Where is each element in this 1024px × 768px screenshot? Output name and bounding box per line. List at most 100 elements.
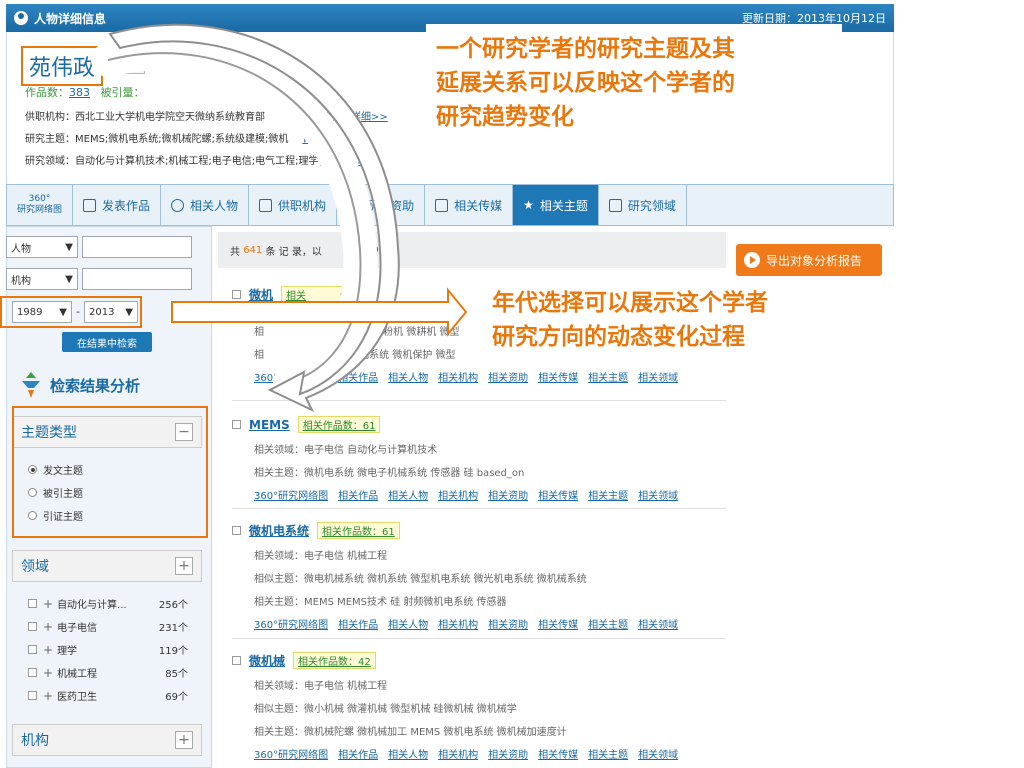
works-count-badge[interactable]: 相关作品数：61 bbox=[297, 416, 381, 433]
plus-icon[interactable]: + bbox=[43, 643, 53, 657]
link-orgs[interactable]: 相关机构 bbox=[438, 746, 478, 761]
export-report-button[interactable]: 导出对象分析报告 bbox=[736, 244, 882, 276]
result-title-link[interactable]: 微机电系统 bbox=[249, 522, 309, 539]
link-network[interactable]: 360°研究网络图 bbox=[254, 616, 328, 631]
person-select[interactable]: 人物 ▼ bbox=[6, 236, 78, 258]
field-header[interactable]: 领域 + bbox=[12, 550, 202, 582]
field-count: 231个 bbox=[158, 623, 188, 634]
link-funding[interactable]: 相关资助 bbox=[488, 746, 528, 761]
field-count: 85个 bbox=[165, 669, 188, 680]
link-people[interactable]: 相关人物 bbox=[388, 369, 428, 384]
link-funding[interactable]: 相关资助 bbox=[488, 369, 528, 384]
topics-more-link[interactable]: 详细>> bbox=[302, 134, 339, 145]
checkbox[interactable] bbox=[232, 526, 241, 535]
affiliation-more-link[interactable]: 详细>> bbox=[351, 112, 388, 123]
tab-related-topics[interactable]: ★ 相关主题 bbox=[513, 185, 599, 225]
fields-more-link[interactable]: 详细>> bbox=[328, 156, 365, 167]
link-funding[interactable]: 相关资助 bbox=[488, 616, 528, 631]
link-media[interactable]: 相关传媒 bbox=[538, 746, 578, 761]
link-network[interactable]: 360°研究网络图 bbox=[254, 746, 328, 761]
link-topics[interactable]: 相关主题 bbox=[588, 369, 628, 384]
link-orgs[interactable]: 相关机构 bbox=[438, 487, 478, 502]
plus-icon[interactable]: + bbox=[43, 666, 53, 680]
tab-funding[interactable]: 所获资助 bbox=[337, 185, 426, 225]
tab-related-people[interactable]: 相关人物 bbox=[161, 185, 250, 225]
field-item[interactable]: + 医药卫生 69个 bbox=[28, 688, 188, 703]
link-network[interactable]: 360°研究网络图 bbox=[254, 369, 328, 384]
link-orgs[interactable]: 相关机构 bbox=[438, 369, 478, 384]
result-title-link[interactable]: 微机械 bbox=[249, 652, 285, 669]
field-item[interactable]: + 理学 119个 bbox=[28, 642, 188, 657]
plus-icon[interactable]: + bbox=[43, 689, 53, 703]
link-media[interactable]: 相关传媒 bbox=[538, 487, 578, 502]
link-orgs[interactable]: 相关机构 bbox=[438, 616, 478, 631]
link-media[interactable]: 相关传媒 bbox=[538, 616, 578, 631]
person-input[interactable] bbox=[82, 236, 192, 258]
link-works[interactable]: 相关作品 bbox=[338, 487, 378, 502]
checkbox[interactable] bbox=[28, 599, 37, 608]
result-links: 360°研究网络图 相关作品 相关人物 相关机构 相关资助 相关传媒 相关主题 … bbox=[254, 487, 726, 502]
detail-prefix: 相 bbox=[254, 327, 264, 338]
works-count-badge[interactable]: 相关 95 bbox=[281, 286, 358, 303]
tab-publications[interactable]: 发表作品 bbox=[73, 185, 162, 225]
link-topics[interactable]: 相关主题 bbox=[588, 616, 628, 631]
follow-button[interactable]: ✾ 收 bbox=[103, 52, 145, 74]
tab-institution[interactable]: 供职机构 bbox=[249, 185, 338, 225]
link-topics[interactable]: 相关主题 bbox=[588, 746, 628, 761]
link-media[interactable]: 相关传媒 bbox=[538, 369, 578, 384]
org-select[interactable]: 机构 ▼ bbox=[6, 268, 78, 290]
result-detail: 相关领域：电子电信 机械工程 bbox=[254, 681, 388, 692]
result-item: 微机械 相关作品数：42 相关领域：电子电信 机械工程 相似主题：微小机械 微灌… bbox=[232, 652, 726, 761]
link-works[interactable]: 相关作品 bbox=[338, 616, 378, 631]
works-count-badge[interactable]: 相关作品数：61 bbox=[317, 522, 400, 539]
tab-research-field[interactable]: 研究领域 bbox=[599, 185, 687, 225]
org-input[interactable] bbox=[82, 268, 192, 290]
link-funding[interactable]: 相关资助 bbox=[488, 487, 528, 502]
link-network[interactable]: 360°研究网络图 bbox=[254, 487, 328, 502]
link-people[interactable]: 相关人物 bbox=[388, 487, 428, 502]
checkbox[interactable] bbox=[232, 290, 241, 299]
link-works[interactable]: 相关作品 bbox=[338, 746, 378, 761]
works-label: 作品数： bbox=[25, 86, 69, 99]
link-topics[interactable]: 相关主题 bbox=[588, 487, 628, 502]
link-people[interactable]: 相关人物 bbox=[388, 746, 428, 761]
link-fields[interactable]: 相关领域 bbox=[638, 487, 678, 502]
result-detail: 相似主题：微小机械 微灌机械 微型机械 硅微机械 微机械学 bbox=[254, 704, 517, 715]
tab-label: 相关人物 bbox=[190, 198, 239, 213]
analysis-title: 检索结果分析 bbox=[50, 376, 141, 395]
result-title-link[interactable]: 微机 bbox=[249, 286, 273, 303]
checkbox[interactable] bbox=[232, 420, 241, 429]
expand-icon[interactable]: + bbox=[175, 731, 193, 749]
field-count: 69个 bbox=[165, 692, 188, 703]
user-icon bbox=[14, 11, 28, 25]
checkbox[interactable] bbox=[232, 656, 241, 665]
annotation-callout-topics: 一个研究学者的研究主题及其 延展关系可以反映这个学者的 研究趋势变化 bbox=[426, 24, 842, 168]
checkbox[interactable] bbox=[28, 645, 37, 654]
expand-icon[interactable]: + bbox=[175, 557, 193, 575]
plant-icon: ✾ bbox=[112, 57, 122, 70]
link-fields[interactable]: 相关领域 bbox=[638, 616, 678, 631]
link-people[interactable]: 相关人物 bbox=[388, 616, 428, 631]
org-header[interactable]: 机构 + bbox=[12, 724, 202, 756]
field-name: 医药卫生 bbox=[57, 692, 98, 703]
link-works[interactable]: 相关作品 bbox=[338, 369, 378, 384]
tab-media[interactable]: 相关传媒 bbox=[425, 185, 514, 225]
checkbox[interactable] bbox=[28, 691, 37, 700]
tab-network[interactable]: 360° 研究网络图 bbox=[7, 185, 74, 225]
plus-icon[interactable]: + bbox=[43, 597, 53, 611]
works-count-link[interactable]: 383 bbox=[69, 86, 90, 99]
checkbox[interactable] bbox=[28, 668, 37, 677]
link-fields[interactable]: 相关领域 bbox=[638, 369, 678, 384]
field-item[interactable]: + 自动化与计算... 256个 bbox=[28, 596, 188, 611]
detail-text: 控制 微机电系统 微机保护 微型 bbox=[316, 350, 456, 361]
search-in-results-button[interactable]: 在结果中检索 bbox=[62, 332, 152, 352]
checkbox[interactable] bbox=[28, 622, 37, 631]
result-title-link[interactable]: MEMS bbox=[249, 418, 290, 432]
field-name: 机械工程 bbox=[57, 669, 98, 680]
field-item[interactable]: + 电子电信 231个 bbox=[28, 619, 188, 634]
link-fields[interactable]: 相关领域 bbox=[638, 746, 678, 761]
plus-icon[interactable]: + bbox=[43, 620, 53, 634]
field-item[interactable]: + 机械工程 85个 bbox=[28, 665, 188, 680]
works-count-badge[interactable]: 相关作品数：42 bbox=[293, 652, 376, 669]
field-name: 理学 bbox=[57, 646, 78, 657]
